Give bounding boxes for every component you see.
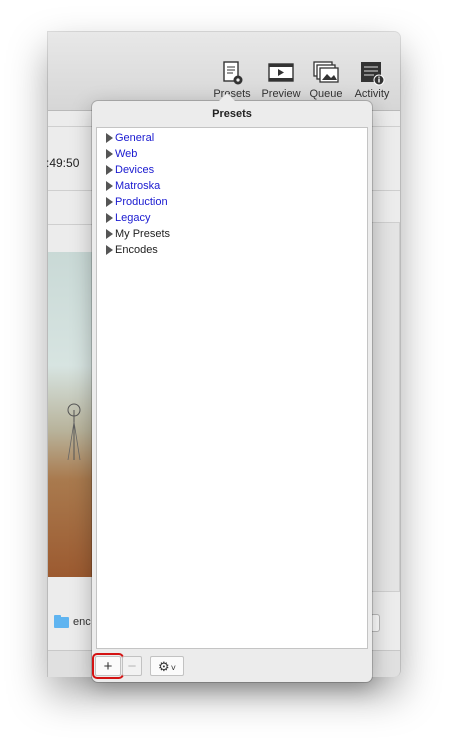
preset-group-matroska[interactable]: Matroska — [97, 178, 367, 194]
add-preset-button[interactable]: + — [92, 653, 124, 679]
preset-group-web[interactable]: Web — [97, 146, 367, 162]
presets-icon — [223, 61, 243, 85]
preset-group-label: General — [115, 132, 155, 144]
preset-list[interactable]: General Web Devices Matroska Production … — [96, 127, 368, 649]
preset-group-label: Matroska — [115, 180, 161, 192]
toolbar-activity-button[interactable]: Activity — [348, 60, 396, 100]
disclosure-triangle-icon[interactable] — [106, 181, 113, 191]
chevron-down-icon: ˅ — [170, 663, 176, 673]
preset-group-label: My Presets — [115, 228, 171, 240]
preset-group-label: Encodes — [115, 244, 158, 256]
disclosure-triangle-icon[interactable] — [106, 229, 113, 239]
windmill-graphic — [67, 403, 81, 461]
folder-icon — [54, 615, 69, 628]
disclosure-triangle-icon[interactable] — [106, 213, 113, 223]
presets-popover: Presets General Web Devices Matroska Pro… — [92, 93, 372, 682]
settings-panel — [368, 222, 400, 592]
queue-icon — [313, 61, 339, 83]
remove-preset-button[interactable]: − — [122, 656, 142, 676]
preview-image — [48, 252, 98, 577]
activity-icon — [361, 62, 385, 86]
toolbar-preview-label: Preview — [261, 88, 301, 100]
disclosure-triangle-icon[interactable] — [106, 197, 113, 207]
preset-group-devices[interactable]: Devices — [97, 162, 367, 178]
preset-group-label: Web — [115, 148, 138, 160]
disclosure-triangle-icon[interactable] — [106, 165, 113, 175]
preset-group-label: Legacy — [115, 212, 151, 224]
preset-group-encodes[interactable]: Encodes — [97, 242, 367, 258]
preset-group-label: Production — [115, 196, 168, 208]
duration-text: :49:50 — [46, 156, 80, 170]
preset-group-general[interactable]: General — [97, 130, 367, 146]
preset-group-my-presets[interactable]: My Presets — [97, 226, 367, 242]
preset-group-label: Devices — [115, 164, 155, 176]
disclosure-triangle-icon[interactable] — [106, 149, 113, 159]
preset-group-production[interactable]: Production — [97, 194, 367, 210]
popover-arrow — [218, 93, 236, 102]
toolbar-queue-button[interactable]: Queue — [302, 60, 350, 100]
popover-title: Presets — [212, 108, 252, 120]
toolbar-queue-label: Queue — [309, 88, 343, 100]
toolbar-activity-label: Activity — [354, 88, 390, 100]
disclosure-triangle-icon[interactable] — [106, 133, 113, 143]
toolbar-preview-button[interactable]: Preview — [257, 60, 305, 100]
preset-group-legacy[interactable]: Legacy — [97, 210, 367, 226]
gear-icon: ⚙ — [158, 659, 170, 674]
preset-actions-button[interactable]: ⚙˅ — [150, 656, 184, 676]
popover-footer: + − ⚙˅ — [92, 648, 372, 682]
destination-folder-label: enc — [73, 616, 91, 628]
disclosure-triangle-icon[interactable] — [106, 245, 113, 255]
preview-icon — [268, 63, 294, 82]
